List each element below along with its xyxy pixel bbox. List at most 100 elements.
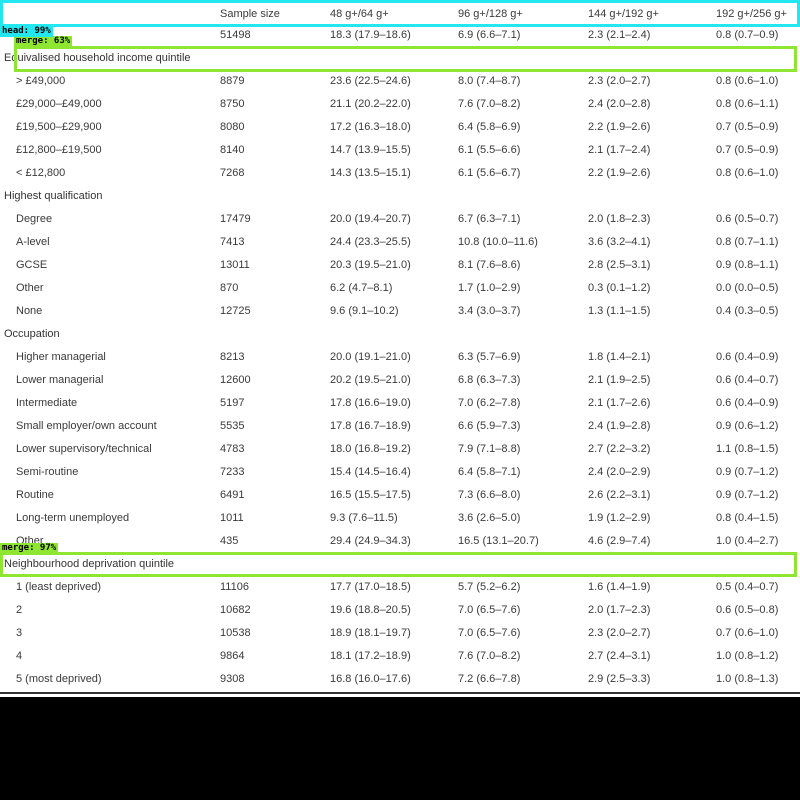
section-title: Highest qualification [4, 190, 103, 202]
cell-144g: 2.6 (2.2–3.1) [588, 489, 651, 501]
cell-sample-size: 7268 [220, 167, 245, 179]
cell-48g: 24.4 (23.3–25.5) [330, 236, 411, 248]
cell-label: 1 (least deprived) [16, 581, 101, 593]
cell-label: Long-term unemployed [16, 512, 130, 524]
total-cell-48g: 18.3 (17.9–18.6) [330, 29, 411, 41]
cell-sample-size: 435 [220, 535, 239, 547]
table-row: Degree 17479 20.0 (19.4–20.7) 6.7 (6.3–7.1)… [0, 208, 800, 231]
cell-96g: 16.5 (13.1–20.7) [458, 535, 539, 547]
cell-label: Higher managerial [16, 351, 106, 363]
total-cell-192g: 0.8 (0.7–0.9) [716, 29, 779, 41]
cell-48g: 29.4 (24.9–34.3) [330, 535, 411, 547]
cell-sample-size: 8213 [220, 351, 245, 363]
cell-label: Other [16, 282, 44, 294]
table-row: 5 (most deprived) 9308 16.8 (16.0–17.6) 7.2… [0, 668, 800, 691]
table-row: £19,500–£29,900 8080 17.2 (16.3–18.0) 6.4 (… [0, 116, 800, 139]
cell-96g: 6.1 (5.6–6.7) [458, 167, 521, 179]
cell-48g: 17.7 (17.0–18.5) [330, 581, 411, 593]
cell-144g: 1.6 (1.4–1.9) [588, 581, 651, 593]
cell-label: None [16, 305, 43, 317]
cell-144g: 2.7 (2.2–3.2) [588, 443, 651, 455]
cell-48g: 20.2 (19.5–21.0) [330, 374, 411, 386]
cell-48g: 14.7 (13.9–15.5) [330, 144, 411, 156]
cell-label: 5 (most deprived) [16, 673, 102, 685]
cell-144g: 2.7 (2.4–3.1) [588, 650, 651, 662]
cell-48g: 6.2 (4.7–8.1) [330, 282, 393, 294]
cell-sample-size: 4783 [220, 443, 245, 455]
table-row: Lower managerial 12600 20.2 (19.5–21.0) 6.8… [0, 369, 800, 392]
cell-96g: 7.0 (6.5–7.6) [458, 604, 521, 616]
cell-sample-size: 1011 [220, 512, 244, 524]
cell-96g: 3.6 (2.6–5.0) [458, 512, 521, 524]
cell-sample-size: 7233 [220, 466, 245, 478]
total-cell-144g: 2.3 (2.1–2.4) [588, 29, 651, 41]
cell-96g: 6.4 (5.8–6.9) [458, 121, 521, 133]
cell-192g: 0.6 (0.4–0.9) [716, 397, 779, 409]
cell-144g: 2.1 (1.9–2.5) [588, 374, 651, 386]
cell-48g: 23.6 (22.5–24.6) [330, 75, 411, 87]
cell-sample-size: 9864 [220, 650, 245, 662]
total-cell-96g: 6.9 (6.6–7.1) [458, 29, 521, 41]
cell-label: Routine [16, 489, 54, 501]
table-row: Routine 6491 16.5 (15.5–17.5) 7.3 (6.6–8.0)… [0, 484, 800, 507]
cell-192g: 0.9 (0.8–1.1) [716, 259, 779, 271]
cell-label: Small employer/own account [16, 420, 157, 432]
cell-sample-size: 5535 [220, 420, 245, 432]
cell-192g: 0.4 (0.3–0.5) [716, 305, 779, 317]
cell-144g: 2.1 (1.7–2.4) [588, 144, 651, 156]
cell-192g: 0.7 (0.5–0.9) [716, 144, 779, 156]
cell-48g: 18.9 (18.1–19.7) [330, 627, 411, 639]
detection-label-merge-deprivation: merge: 97% [0, 543, 59, 554]
cell-label: Lower supervisory/technical [16, 443, 152, 455]
cell-144g: 2.3 (2.0–2.7) [588, 75, 651, 87]
cell-sample-size: 870 [220, 282, 239, 294]
detection-label-merge-income: merge: 63% [14, 36, 73, 47]
table-row: > £49,000 8879 23.6 (22.5–24.6) 8.0 (7.4–8.… [0, 70, 800, 93]
cell-144g: 1.3 (1.1–1.5) [588, 305, 651, 317]
cell-96g: 7.6 (7.0–8.2) [458, 650, 521, 662]
cell-144g: 2.2 (1.9–2.6) [588, 167, 651, 179]
table-row: Other 870 6.2 (4.7–8.1) 1.7 (1.0–2.9) 0.3 (0… [0, 277, 800, 300]
table-row: Other 435 29.4 (24.9–34.3) 16.5 (13.1–20.7)… [0, 530, 800, 553]
cell-192g: 0.7 (0.6–1.0) [716, 627, 779, 639]
table-row: £12,800–£19,500 8140 14.7 (13.9–15.5) 6.1 (… [0, 139, 800, 162]
cell-192g: 0.8 (0.6–1.1) [716, 98, 779, 110]
cell-48g: 16.8 (16.0–17.6) [330, 673, 411, 685]
cell-sample-size: 12600 [220, 374, 251, 386]
table-row: 3 10538 18.9 (18.1–19.7) 7.0 (6.5–7.6) 2.3 (… [0, 622, 800, 645]
cell-96g: 1.7 (1.0–2.9) [458, 282, 521, 294]
cell-label: < £12,800 [16, 167, 66, 179]
table-row: Small employer/own account 5535 17.8 (16.7… [0, 415, 800, 438]
detection-box-merge-income [14, 46, 797, 72]
cell-sample-size: 8080 [220, 121, 245, 133]
cell-label: £12,800–£19,500 [16, 144, 102, 156]
cell-96g: 7.2 (6.6–7.8) [458, 673, 521, 685]
cell-96g: 6.4 (5.8–7.1) [458, 466, 521, 478]
cell-96g: 7.0 (6.2–7.8) [458, 397, 521, 409]
cell-144g: 2.8 (2.5–3.1) [588, 259, 651, 271]
table-row: None 12725 9.6 (9.1–10.2) 3.4 (3.0–3.7) 1.3 … [0, 300, 800, 323]
cell-48g: 18.0 (16.8–19.2) [330, 443, 411, 455]
cell-192g: 0.8 (0.7–1.1) [716, 236, 779, 248]
detection-label-head: head: 99% [0, 26, 53, 37]
cell-label: GCSE [16, 259, 48, 271]
cell-48g: 21.1 (20.2–22.0) [330, 98, 411, 110]
cell-144g: 0.3 (0.1–1.2) [588, 282, 651, 294]
cell-96g: 6.3 (5.7–6.9) [458, 351, 521, 363]
section-title: Occupation [4, 328, 60, 340]
cell-144g: 1.9 (1.2–2.9) [588, 512, 651, 524]
cell-sample-size: 9308 [220, 673, 245, 685]
cell-144g: 2.3 (2.0–2.7) [588, 627, 651, 639]
detection-box-merge-deprivation [0, 552, 797, 577]
cell-192g: 0.9 (0.7–1.2) [716, 489, 779, 501]
cell-96g: 6.7 (6.3–7.1) [458, 213, 521, 225]
table-row: Intermediate 5197 17.8 (16.6–19.0) 7.0 (6.2… [0, 392, 800, 415]
cell-label: Intermediate [16, 397, 78, 409]
cell-sample-size: 12725 [220, 305, 251, 317]
cell-48g: 19.6 (18.8–20.5) [330, 604, 411, 616]
cell-48g: 18.1 (17.2–18.9) [330, 650, 411, 662]
cell-48g: 17.8 (16.6–19.0) [330, 397, 411, 409]
table-row: 2 10682 19.6 (18.8–20.5) 7.0 (6.5–7.6) 2.0 (… [0, 599, 800, 622]
table-row: 4 9864 18.1 (17.2–18.9) 7.6 (7.0–8.2) 2.7 (2… [0, 645, 800, 668]
table-page: Sample size 48 g+/64 g+ 96 g+/128 g+ 144… [0, 0, 800, 697]
